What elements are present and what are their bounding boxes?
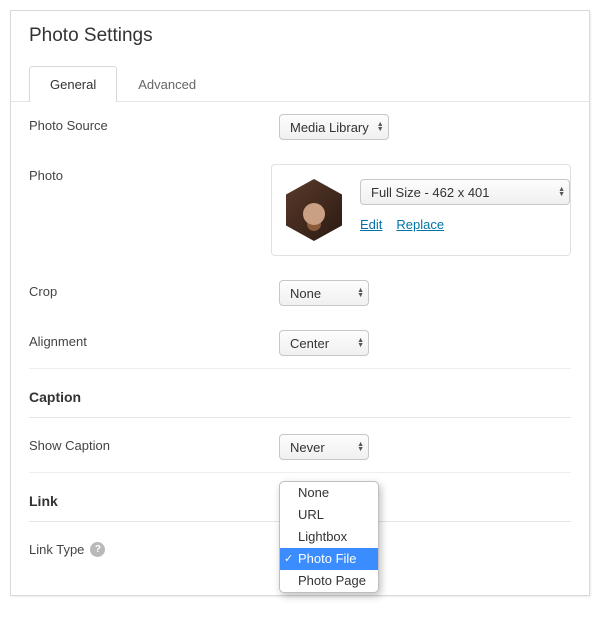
help-icon[interactable]: ? bbox=[90, 542, 105, 557]
photo-right: Full Size - 462 x 401 ▲▼ Edit Replace bbox=[360, 179, 570, 232]
replace-link[interactable]: Replace bbox=[396, 217, 444, 232]
select-alignment[interactable]: Center ▲▼ bbox=[279, 330, 369, 356]
label-crop: Crop bbox=[29, 280, 279, 299]
edit-link[interactable]: Edit bbox=[360, 217, 382, 232]
select-photo-source[interactable]: Media Library ▲▼ bbox=[279, 114, 389, 140]
link-type-dropdown: None URL Lightbox Photo File Photo Page bbox=[279, 481, 379, 593]
select-photo-size[interactable]: Full Size - 462 x 401 ▲▼ bbox=[360, 179, 570, 205]
select-crop-value: None bbox=[290, 286, 321, 301]
updown-icon: ▲▼ bbox=[377, 122, 384, 132]
photo-settings-panel: Photo Settings General Advanced Photo So… bbox=[10, 10, 590, 596]
updown-icon: ▲▼ bbox=[558, 187, 565, 197]
tab-advanced[interactable]: Advanced bbox=[117, 66, 217, 102]
option-none[interactable]: None bbox=[280, 482, 378, 504]
select-show-caption-value: Never bbox=[290, 440, 325, 455]
row-photo: Photo Full Size - 462 x 401 ▲▼ Edit Repl… bbox=[29, 152, 571, 268]
tabs: General Advanced bbox=[11, 65, 589, 102]
tab-general[interactable]: General bbox=[29, 66, 117, 102]
updown-icon: ▲▼ bbox=[357, 288, 364, 298]
photo-box: Full Size - 462 x 401 ▲▼ Edit Replace bbox=[271, 164, 571, 256]
label-link-type-text: Link Type bbox=[29, 542, 84, 557]
row-show-caption: Show Caption Never ▲▼ bbox=[29, 422, 571, 473]
updown-icon: ▲▼ bbox=[357, 338, 364, 348]
updown-icon: ▲▼ bbox=[357, 442, 364, 452]
select-crop[interactable]: None ▲▼ bbox=[279, 280, 369, 306]
option-lightbox[interactable]: Lightbox bbox=[280, 526, 378, 548]
option-url[interactable]: URL bbox=[280, 504, 378, 526]
option-photo-page[interactable]: Photo Page bbox=[280, 570, 378, 592]
option-photo-file[interactable]: Photo File bbox=[280, 548, 378, 570]
panel-title: Photo Settings bbox=[11, 11, 589, 65]
row-photo-source: Photo Source Media Library ▲▼ bbox=[29, 102, 571, 152]
label-photo-source: Photo Source bbox=[29, 114, 279, 133]
select-photo-size-value: Full Size - 462 x 401 bbox=[371, 185, 490, 200]
label-show-caption: Show Caption bbox=[29, 434, 279, 453]
form-body: Photo Source Media Library ▲▼ Photo Full… bbox=[11, 102, 589, 595]
row-crop: Crop None ▲▼ bbox=[29, 268, 571, 318]
select-show-caption[interactable]: Never ▲▼ bbox=[279, 434, 369, 460]
photo-action-links: Edit Replace bbox=[360, 217, 570, 232]
label-photo: Photo bbox=[29, 164, 271, 183]
photo-thumbnail[interactable] bbox=[286, 179, 342, 241]
label-link-type: Link Type ? bbox=[29, 538, 279, 557]
row-alignment: Alignment Center ▲▼ bbox=[29, 318, 571, 369]
heading-caption: Caption bbox=[29, 369, 571, 418]
select-photo-source-value: Media Library bbox=[290, 120, 369, 135]
select-alignment-value: Center bbox=[290, 336, 329, 351]
label-alignment: Alignment bbox=[29, 330, 279, 349]
